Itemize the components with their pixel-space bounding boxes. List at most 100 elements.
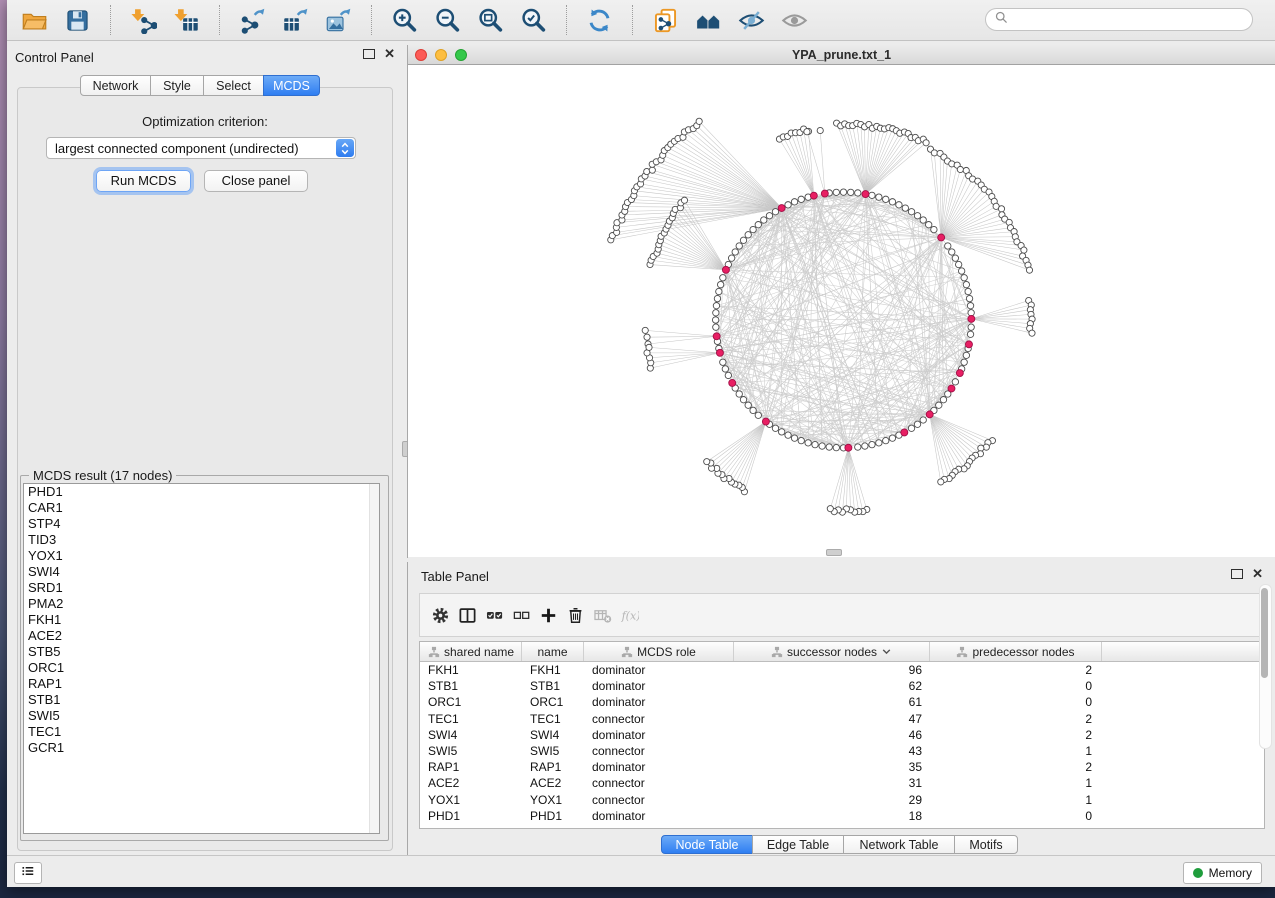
table-cell[interactable]: YOX1 xyxy=(522,793,584,807)
table-cell[interactable]: 18 xyxy=(734,809,930,823)
table-cell[interactable]: 35 xyxy=(734,760,930,774)
table-cell[interactable]: SWI4 xyxy=(522,728,584,742)
column-header-predecessor-nodes[interactable]: predecessor nodes xyxy=(930,642,1102,661)
table-cell[interactable]: 2 xyxy=(930,728,1102,742)
select-all-icon[interactable] xyxy=(485,606,504,625)
tab-motifs[interactable]: Motifs xyxy=(954,835,1018,854)
network-window-titlebar[interactable]: YPA_prune.txt_1 xyxy=(408,45,1275,65)
table-cell[interactable]: connector xyxy=(584,793,734,807)
mcds-result-item[interactable]: SWI4 xyxy=(24,564,379,580)
add-column-icon[interactable] xyxy=(539,606,558,625)
table-cell[interactable]: 2 xyxy=(930,663,1102,677)
table-cell[interactable]: SWI5 xyxy=(522,744,584,758)
table-cell[interactable]: connector xyxy=(584,776,734,790)
memory-button[interactable]: Memory xyxy=(1183,862,1262,884)
export-network-icon[interactable] xyxy=(239,7,266,34)
table-row[interactable]: ORC1ORC1dominator610 xyxy=(420,694,1264,710)
table-cell[interactable]: STB1 xyxy=(522,679,584,693)
float-table-panel-icon[interactable] xyxy=(1231,569,1243,579)
import-network-icon[interactable] xyxy=(130,7,157,34)
table-cell[interactable]: 29 xyxy=(734,793,930,807)
table-cell[interactable]: dominator xyxy=(584,760,734,774)
mcds-result-item[interactable]: ORC1 xyxy=(24,660,379,676)
table-scrollbar-thumb[interactable] xyxy=(1261,588,1268,678)
zoom-fit-icon[interactable] xyxy=(477,7,504,34)
first-neighbors-icon[interactable] xyxy=(695,7,722,34)
tab-network[interactable]: Network xyxy=(80,75,151,96)
table-row[interactable]: TEC1TEC1connector472 xyxy=(420,711,1264,727)
table-cell[interactable]: 0 xyxy=(930,809,1102,823)
column-header-successor-nodes[interactable]: successor nodes xyxy=(734,642,930,661)
table-cell[interactable]: 0 xyxy=(930,695,1102,709)
table-cell[interactable]: dominator xyxy=(584,695,734,709)
split-view-icon[interactable] xyxy=(458,606,477,625)
mcds-result-item[interactable]: ACE2 xyxy=(24,628,379,644)
table-cell[interactable]: connector xyxy=(584,744,734,758)
deselect-all-icon[interactable] xyxy=(512,606,531,625)
network-graph[interactable] xyxy=(408,65,1275,557)
mcds-list-scrollbar[interactable] xyxy=(369,484,379,833)
mcds-result-item[interactable]: STP4 xyxy=(24,516,379,532)
mcds-result-item[interactable]: TID3 xyxy=(24,532,379,548)
horizontal-splitter-handle[interactable] xyxy=(826,549,842,556)
table-cell[interactable]: ACE2 xyxy=(420,776,522,790)
tab-network-table[interactable]: Network Table xyxy=(843,835,955,854)
export-table-icon[interactable] xyxy=(282,7,309,34)
table-cell[interactable]: 1 xyxy=(930,793,1102,807)
table-row[interactable]: STB1STB1dominator620 xyxy=(420,678,1264,694)
table-row[interactable]: PHD1PHD1dominator180 xyxy=(420,808,1264,824)
mcds-result-list[interactable]: PHD1CAR1STP4TID3YOX1SWI4SRD1PMA2FKH1ACE2… xyxy=(23,483,380,834)
mcds-result-item[interactable]: STB5 xyxy=(24,644,379,660)
mcds-result-item[interactable]: RAP1 xyxy=(24,676,379,692)
table-row[interactable]: SWI4SWI4dominator462 xyxy=(420,727,1264,743)
tab-select[interactable]: Select xyxy=(203,75,264,96)
table-cell[interactable]: ORC1 xyxy=(522,695,584,709)
table-cell[interactable]: 43 xyxy=(734,744,930,758)
mcds-result-item[interactable]: STB1 xyxy=(24,692,379,708)
settings-icon[interactable] xyxy=(431,606,450,625)
zoom-in-icon[interactable] xyxy=(391,7,418,34)
column-header-name[interactable]: name xyxy=(522,642,584,661)
tab-style[interactable]: Style xyxy=(150,75,204,96)
mcds-result-item[interactable]: PMA2 xyxy=(24,596,379,612)
tab-node-table[interactable]: Node Table xyxy=(661,835,753,854)
table-cell[interactable]: ORC1 xyxy=(420,695,522,709)
table-row[interactable]: FKH1FKH1dominator962 xyxy=(420,662,1264,678)
zoom-out-icon[interactable] xyxy=(434,7,461,34)
column-header-shared-name[interactable]: shared name xyxy=(420,642,522,661)
table-cell[interactable]: TEC1 xyxy=(522,712,584,726)
task-history-button[interactable] xyxy=(14,862,42,884)
table-row[interactable]: SWI5SWI5connector431 xyxy=(420,743,1264,759)
tab-edge-table[interactable]: Edge Table xyxy=(752,835,844,854)
table-row[interactable]: ACE2ACE2connector311 xyxy=(420,775,1264,791)
table-cell[interactable]: 61 xyxy=(734,695,930,709)
table-cell[interactable]: dominator xyxy=(584,728,734,742)
mcds-result-item[interactable]: YOX1 xyxy=(24,548,379,564)
table-cell[interactable]: 31 xyxy=(734,776,930,790)
search-box[interactable] xyxy=(985,8,1253,31)
zoom-selected-icon[interactable] xyxy=(520,7,547,34)
table-cell[interactable]: STB1 xyxy=(420,679,522,693)
network-canvas[interactable] xyxy=(408,65,1275,557)
table-cell[interactable]: TEC1 xyxy=(420,712,522,726)
table-cell[interactable]: 96 xyxy=(734,663,930,677)
table-cell[interactable]: 62 xyxy=(734,679,930,693)
mcds-result-item[interactable]: TEC1 xyxy=(24,724,379,740)
float-panel-icon[interactable] xyxy=(363,49,375,59)
column-header-MCDS-role[interactable]: MCDS role xyxy=(584,642,734,661)
table-cell[interactable]: 2 xyxy=(930,712,1102,726)
run-mcds-button[interactable]: Run MCDS xyxy=(96,170,191,192)
table-row[interactable]: YOX1YOX1connector291 xyxy=(420,792,1264,808)
table-cell[interactable]: FKH1 xyxy=(420,663,522,677)
table-cell[interactable]: 0 xyxy=(930,679,1102,693)
table-cell[interactable]: 46 xyxy=(734,728,930,742)
close-panel-icon[interactable]: ✕ xyxy=(384,49,395,59)
hide-selected-icon[interactable] xyxy=(738,7,765,34)
mcds-result-item[interactable]: SRD1 xyxy=(24,580,379,596)
table-cell[interactable]: dominator xyxy=(584,679,734,693)
table-cell[interactable]: RAP1 xyxy=(420,760,522,774)
mcds-result-item[interactable]: GCR1 xyxy=(24,740,379,756)
table-cell[interactable]: SWI4 xyxy=(420,728,522,742)
mcds-result-item[interactable]: PHD1 xyxy=(24,484,379,500)
table-cell[interactable]: dominator xyxy=(584,663,734,677)
